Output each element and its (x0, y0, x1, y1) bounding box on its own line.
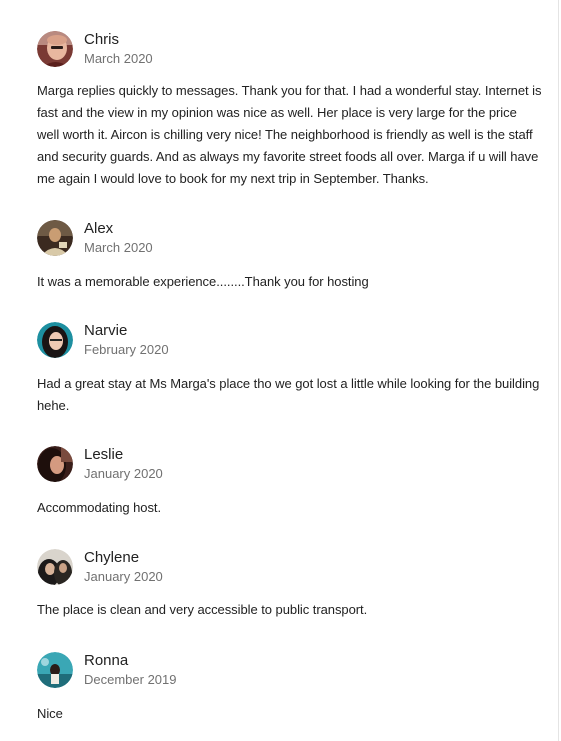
reviewer-name[interactable]: Chris (84, 31, 119, 49)
review-item: Chris March 2020 Marga replies quickly t… (37, 31, 542, 186)
review-item: Leslie January 2020 Accommodating host. (37, 446, 542, 515)
reviewer-name[interactable]: Narvie (84, 322, 127, 340)
review-header: Narvie February 2020 (37, 322, 542, 362)
review-comment: Had a great stay at Ms Marga's place tho… (37, 376, 540, 413)
review-header: Alex March 2020 (37, 220, 542, 260)
review-header: Chylene January 2020 (37, 549, 542, 589)
review-comment: The place is clean and very accessible t… (37, 602, 368, 617)
review-header: Chris March 2020 (37, 31, 542, 71)
review-header: Ronna December 2019 (37, 652, 542, 692)
review-header: Leslie January 2020 (37, 446, 542, 486)
reviewer-name[interactable]: Chylene (84, 549, 139, 567)
review-comment: Accommodating host. (37, 500, 162, 515)
page-divider (558, 0, 559, 741)
review-item: Alex March 2020 It was a memorable exper… (37, 220, 542, 289)
review-item: Chylene January 2020 The place is clean … (37, 549, 542, 617)
review-comment: It was a memorable experience........Tha… (37, 274, 369, 289)
review-comment: Nice (37, 706, 63, 721)
review-date: January 2020 (84, 569, 163, 584)
review-date: March 2020 (84, 240, 153, 255)
review-date: December 2019 (84, 672, 177, 687)
user-photo-icon[interactable] (37, 220, 73, 256)
user-photo-icon[interactable] (37, 652, 73, 688)
review-item: Ronna December 2019 Nice (37, 652, 542, 721)
user-photo-icon[interactable] (37, 31, 73, 67)
review-comment: Marga replies quickly to messages. Thank… (37, 83, 542, 186)
review-date: January 2020 (84, 466, 163, 481)
user-photo-icon[interactable] (37, 446, 73, 482)
review-date: February 2020 (84, 342, 169, 357)
review-item: Narvie February 2020 Had a great stay at… (37, 322, 542, 413)
user-photo-icon[interactable] (37, 549, 73, 585)
reviewer-name[interactable]: Ronna (84, 652, 128, 670)
review-date: March 2020 (84, 51, 153, 66)
reviewer-name[interactable]: Alex (84, 220, 113, 238)
user-photo-icon[interactable] (37, 322, 73, 358)
reviewer-name[interactable]: Leslie (84, 446, 123, 464)
